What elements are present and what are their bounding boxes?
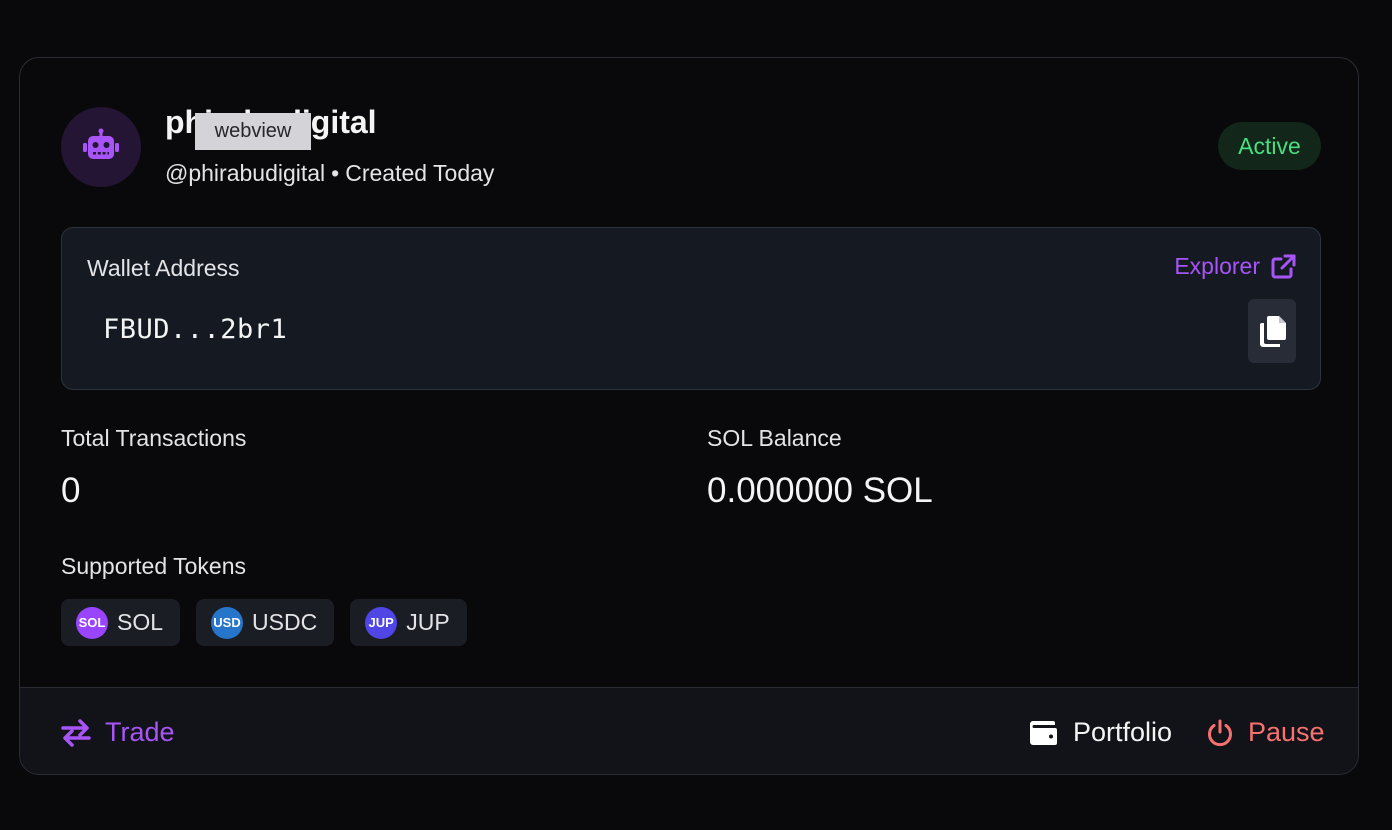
wallet-panel: Wallet Address Explorer FBUD...2br1 (61, 227, 1321, 390)
bot-meta: @phirabudigital • Created Today (165, 160, 494, 187)
pause-label: Pause (1248, 717, 1325, 747)
robot-icon (83, 128, 119, 159)
trade-button[interactable]: Trade (61, 688, 175, 774)
meta-separator: • (331, 160, 340, 186)
token-chip-usdc: USD USDC (196, 599, 335, 646)
wallet-address: FBUD...2br1 (103, 314, 288, 345)
token-chip-jup: JUP JUP (350, 599, 467, 646)
bot-handle: @phirabudigital (165, 160, 326, 186)
token-chip-sol: SOL SOL (61, 599, 181, 646)
token-list: SOL SOL USD USDC JUP JUP (61, 599, 467, 646)
external-link-icon (1271, 254, 1296, 278)
pause-button[interactable]: Pause (1206, 688, 1325, 774)
bot-card: phirabudigital webview @phirabudigital•C… (19, 57, 1359, 775)
copy-icon (1260, 316, 1286, 347)
power-icon (1208, 719, 1232, 746)
token-name: SOL (117, 609, 164, 635)
balance-value: 0.000000 SOL (707, 471, 933, 510)
portfolio-label: Portfolio (1073, 717, 1173, 747)
sol-token-icon: SOL (76, 606, 108, 639)
transactions-value: 0 (61, 471, 81, 510)
copy-address-button[interactable] (1248, 299, 1296, 363)
card-footer: Trade Portfolio Pause (20, 687, 1358, 774)
trade-label: Trade (105, 717, 175, 747)
status-badge: Active (1218, 122, 1321, 170)
webview-tooltip: webview (195, 113, 311, 150)
explorer-link[interactable]: Explorer (1174, 253, 1296, 280)
wallet-icon (1030, 720, 1057, 745)
explorer-label: Explorer (1174, 253, 1260, 279)
bot-avatar (61, 107, 141, 187)
token-name: USDC (252, 609, 318, 635)
created-date: Created Today (345, 160, 495, 186)
portfolio-button[interactable]: Portfolio (1029, 688, 1173, 774)
jup-token-icon: JUP (365, 606, 398, 639)
balance-label: SOL Balance (707, 425, 842, 451)
swap-arrows-icon (61, 718, 91, 747)
usdc-token-icon: USD (211, 606, 244, 639)
wallet-label: Wallet Address (87, 255, 240, 281)
token-name: JUP (406, 609, 450, 635)
tokens-label: Supported Tokens (61, 553, 246, 579)
transactions-label: Total Transactions (61, 425, 247, 451)
